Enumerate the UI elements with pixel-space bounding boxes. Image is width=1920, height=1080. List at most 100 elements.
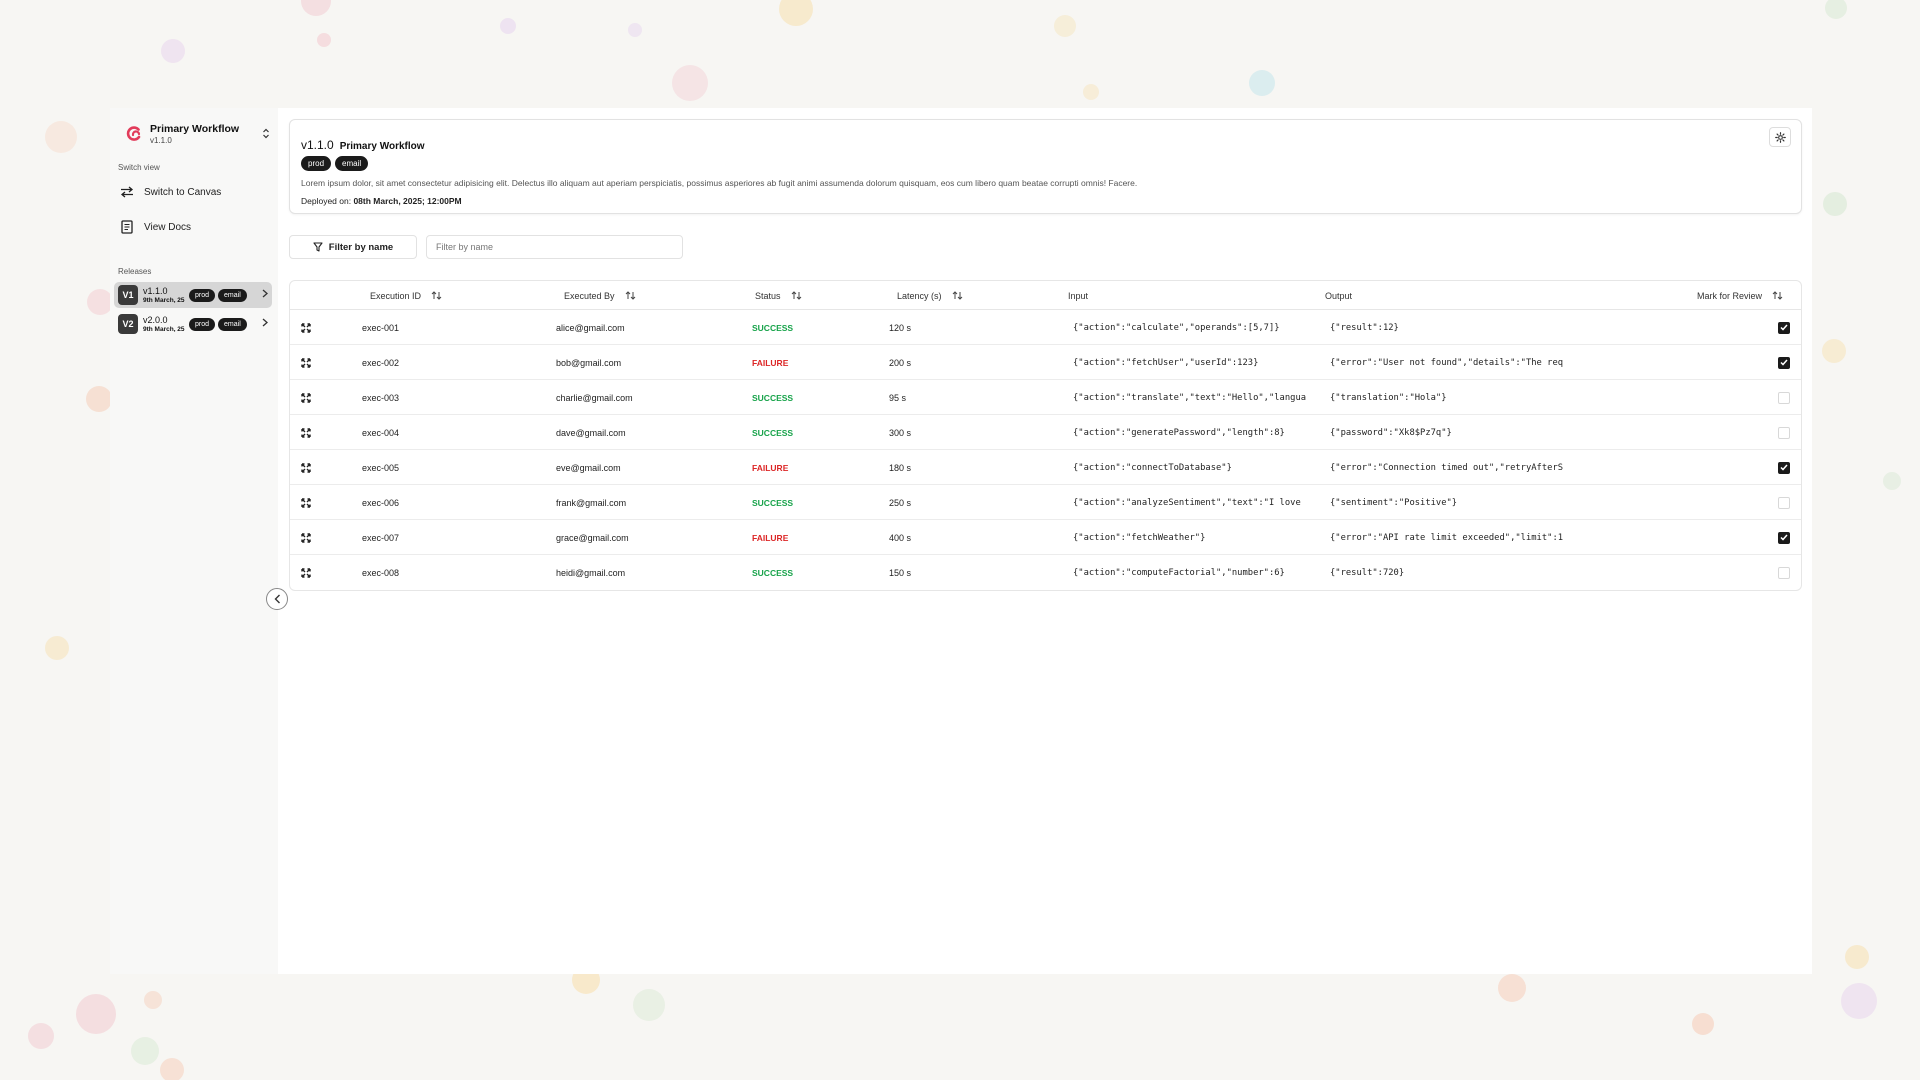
- chevron-updown-icon: [260, 128, 272, 141]
- background-dot: [1845, 945, 1869, 969]
- filter-by-name-button[interactable]: Filter by name: [289, 235, 417, 259]
- workspace-switcher[interactable]: Primary Workflow v1.1.0: [120, 118, 278, 150]
- background-dot: [28, 1023, 54, 1049]
- background-dot: [160, 1058, 184, 1080]
- status-cell: FAILURE: [752, 532, 789, 543]
- switch-to-canvas-link[interactable]: Switch to Canvas: [118, 180, 270, 204]
- output-cell: {"error":"Connection timed out","retryAf…: [1330, 462, 1564, 473]
- input-cell: {"action":"computeFactorial","number":6}: [1073, 567, 1285, 578]
- status-cell: FAILURE: [752, 357, 789, 368]
- expand-icon[interactable]: [301, 392, 311, 403]
- filter-name-input[interactable]: [426, 235, 683, 259]
- executed-by-cell: alice@gmail.com: [556, 322, 625, 333]
- background-dot: [672, 65, 708, 101]
- status-cell: SUCCESS: [752, 322, 794, 333]
- latency-cell: 120 s: [889, 322, 912, 333]
- column-header-output: Output: [1325, 290, 1353, 301]
- sort-icon[interactable]: [625, 291, 636, 300]
- header-version: v1.1.0: [301, 138, 334, 152]
- release-version: v2.0.0: [143, 315, 168, 325]
- background-dot: [1249, 70, 1275, 96]
- execution-id-cell: exec-001: [362, 322, 400, 333]
- background-dot: [1823, 192, 1847, 216]
- release-date: 9th March, 25: [143, 297, 185, 304]
- expand-icon[interactable]: [301, 357, 311, 368]
- filter-button-label: Filter by name: [328, 241, 394, 253]
- column-header-mark-for-review: Mark for Review: [1697, 281, 1783, 310]
- mark-for-review-checkbox[interactable]: [1778, 566, 1790, 579]
- table-row: exec-002 bob@gmail.com FAILURE 200 s {"actio…: [290, 345, 1801, 380]
- table-row: exec-007 grace@gmail.com FAILURE 400 s {"act…: [290, 520, 1801, 555]
- expand-icon[interactable]: [301, 532, 311, 543]
- column-header-executed-by: Executed By: [564, 281, 636, 310]
- expand-icon[interactable]: [301, 462, 311, 473]
- column-header-execution-id: Execution ID: [370, 281, 442, 310]
- background-dot: [1825, 0, 1847, 19]
- tag-email: email: [218, 317, 247, 331]
- table-row: exec-006 frank@gmail.com SUCCESS 250 s {"act…: [290, 485, 1801, 520]
- expand-icon[interactable]: [301, 567, 311, 578]
- latency-cell: 180 s: [889, 462, 912, 473]
- release-item-v1[interactable]: V1 v1.1.0 9th March, 25 prod email: [114, 282, 272, 308]
- sort-icon[interactable]: [1772, 291, 1783, 300]
- chevron-left-icon: [274, 594, 280, 604]
- output-cell: {"error":"User not found","details":"The…: [1330, 357, 1564, 368]
- release-version: v1.1.0: [143, 286, 168, 296]
- input-cell: {"action":"analyzeSentiment","text":"I l…: [1073, 497, 1301, 508]
- latency-cell: 95 s: [889, 392, 907, 403]
- sort-icon[interactable]: [952, 291, 963, 300]
- status-cell: SUCCESS: [752, 567, 794, 578]
- execution-id-cell: exec-007: [362, 532, 400, 543]
- input-cell: {"action":"connectToDatabase"}: [1073, 462, 1232, 473]
- background-dot: [1083, 84, 1099, 100]
- execution-id-cell: exec-003: [362, 392, 400, 403]
- status-cell: FAILURE: [752, 462, 789, 473]
- workflow-header-card: v1.1.0 Primary Workflow prod email Lorem…: [289, 119, 1802, 214]
- background-dot: [45, 121, 77, 153]
- settings-button[interactable]: [1769, 127, 1791, 147]
- mark-for-review-checkbox[interactable]: [1778, 531, 1790, 544]
- execution-id-cell: exec-004: [362, 427, 400, 438]
- mark-for-review-checkbox[interactable]: [1778, 356, 1790, 369]
- mark-for-review-checkbox[interactable]: [1778, 426, 1790, 439]
- table-row: exec-005 eve@gmail.com FAILURE 180 s {"actio…: [290, 450, 1801, 485]
- background-dot: [779, 0, 813, 26]
- background-dot: [1692, 1013, 1714, 1035]
- release-avatar: V2: [118, 314, 138, 334]
- table-row: exec-008 heidi@gmail.com SUCCESS 150 s {"act…: [290, 555, 1801, 590]
- workflow-logo-icon: [126, 126, 141, 141]
- collapse-sidebar-button[interactable]: [266, 588, 288, 610]
- output-cell: {"result":720}: [1330, 567, 1405, 578]
- column-header-status: Status: [755, 281, 802, 310]
- sort-icon[interactable]: [431, 291, 442, 300]
- expand-icon[interactable]: [301, 497, 311, 508]
- expand-icon[interactable]: [301, 427, 311, 438]
- output-cell: {"password":"Xk8$Pz7q"}: [1330, 427, 1452, 438]
- input-cell: {"action":"translate","text":"Hello","la…: [1073, 392, 1307, 403]
- background-dot: [86, 386, 112, 412]
- mark-for-review-checkbox[interactable]: [1778, 391, 1790, 404]
- sidebar: Primary Workflow v1.1.0 Switch view Swit…: [110, 108, 278, 974]
- mark-for-review-checkbox[interactable]: [1778, 321, 1790, 334]
- tag-email: email: [335, 156, 369, 171]
- table-row: exec-001 alice@gmail.com SUCCESS 120 s {"act…: [290, 310, 1801, 345]
- mark-for-review-checkbox[interactable]: [1778, 496, 1790, 509]
- tag-prod: prod: [189, 288, 216, 302]
- switch-view-label: Switch view: [118, 163, 160, 172]
- background-dot: [633, 989, 665, 1021]
- executions-table: Execution ID Executed By Status Latency …: [289, 280, 1802, 591]
- background-dot: [1883, 472, 1901, 490]
- sort-icon[interactable]: [791, 291, 802, 300]
- view-docs-link[interactable]: View Docs: [118, 215, 270, 239]
- latency-cell: 200 s: [889, 357, 912, 368]
- executed-by-cell: grace@gmail.com: [556, 532, 629, 543]
- input-cell: {"action":"fetchWeather"}: [1073, 532, 1206, 543]
- expand-icon[interactable]: [301, 322, 311, 333]
- mark-for-review-checkbox[interactable]: [1778, 461, 1790, 474]
- arrows-swap-icon: [118, 186, 136, 198]
- view-docs-label: View Docs: [144, 221, 192, 233]
- workspace-version: v1.1.0: [150, 136, 172, 145]
- execution-id-cell: exec-008: [362, 567, 400, 578]
- status-cell: SUCCESS: [752, 392, 794, 403]
- release-item-v2[interactable]: V2 v2.0.0 9th March, 25 prod email: [114, 311, 272, 337]
